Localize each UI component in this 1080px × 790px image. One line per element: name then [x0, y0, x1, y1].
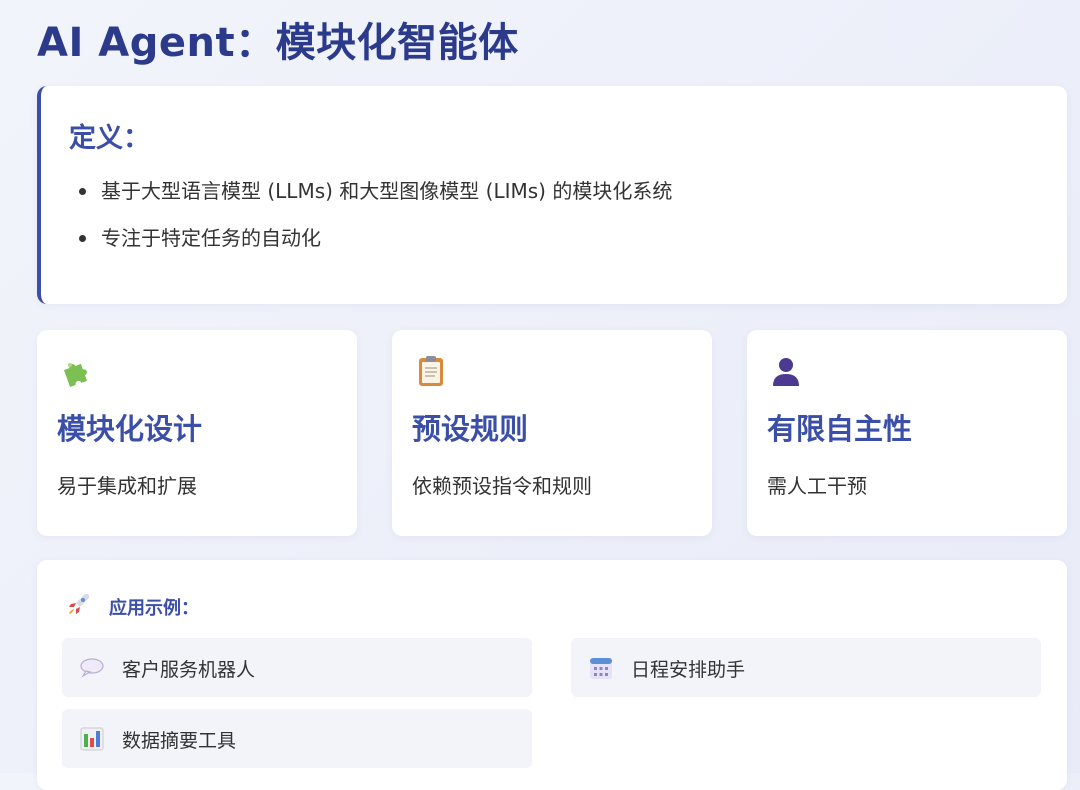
feature-description: 依赖预设指令和规则 — [412, 474, 592, 498]
person-silhouette-icon — [769, 354, 803, 388]
feature-card-limited-autonomy: 有限自主性 需人工干预 — [747, 330, 1067, 536]
definition-card: 定义： 基于大型语言模型 (LLMs) 和大型图像模型 (LIMs) 的模块化系… — [37, 86, 1067, 304]
example-label: 客户服务机器人 — [122, 659, 256, 681]
definition-item: 专注于特定任务的自动化 — [77, 225, 672, 272]
bar-chart-icon — [78, 725, 106, 753]
feature-title: 有限自主性 — [767, 412, 913, 446]
page-title: AI Agent：模块化智能体 — [37, 20, 519, 66]
examples-heading: 应用示例： — [109, 598, 199, 619]
speech-bubble-icon — [78, 654, 106, 682]
definition-heading: 定义： — [69, 123, 150, 154]
clipboard-icon — [414, 354, 448, 388]
feature-card-preset-rules: 预设规则 依赖预设指令和规则 — [392, 330, 712, 536]
example-item-scheduling: 日程安排助手 — [571, 638, 1041, 697]
feature-title: 模块化设计 — [57, 412, 203, 446]
feature-card-modular-design: 模块化设计 易于集成和扩展 — [37, 330, 357, 536]
rocket-icon — [65, 590, 93, 618]
definition-item: 基于大型语言模型 (LLMs) 和大型图像模型 (LIMs) 的模块化系统 — [77, 178, 672, 225]
example-item-data-summary: 数据摘要工具 — [62, 709, 532, 768]
example-label: 数据摘要工具 — [122, 730, 237, 752]
calendar-icon — [587, 654, 615, 682]
feature-title: 预设规则 — [412, 412, 529, 446]
example-item-customer-service: 客户服务机器人 — [62, 638, 532, 697]
example-label: 日程安排助手 — [631, 659, 746, 681]
definition-list: 基于大型语言模型 (LLMs) 和大型图像模型 (LIMs) 的模块化系统 专注… — [77, 178, 672, 272]
examples-card: 应用示例： 客户服务机器人 日程安排助手 数据摘要工具 — [37, 560, 1067, 790]
feature-description: 需人工干预 — [767, 474, 867, 498]
feature-description: 易于集成和扩展 — [57, 474, 197, 498]
puzzle-piece-icon — [59, 354, 93, 388]
